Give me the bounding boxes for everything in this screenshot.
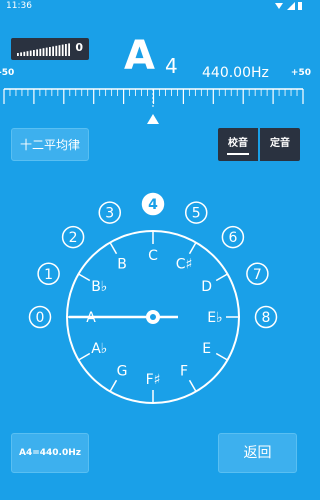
cents-scale [3, 88, 304, 124]
status-icons [275, 2, 302, 10]
octave-button-label: 5 [192, 206, 201, 222]
temperament-button[interactable]: 十二平均律 [11, 128, 89, 161]
back-button[interactable]: 返回 [218, 433, 297, 473]
status-time: 11:36 [6, 1, 32, 11]
tune-mode-label: 校音 [228, 138, 248, 149]
octave-button-4[interactable]: 4 [141, 192, 165, 216]
octave-button-3[interactable]: 3 [98, 201, 122, 224]
note-label: F [180, 364, 188, 380]
level-bar [42, 48, 45, 56]
tune-mode-button[interactable]: 校音 [218, 128, 258, 161]
status-bar: 11:36 [0, 0, 307, 12]
scale-pointer-icon [147, 114, 159, 124]
octave-button-label: 4 [148, 197, 158, 213]
level-bar [36, 49, 38, 56]
dial-tick [215, 273, 228, 282]
level-bar [17, 53, 19, 56]
wifi-icon [275, 3, 283, 9]
reference-pitch-button[interactable]: A4=440.0Hz [11, 433, 89, 473]
level-bar [26, 51, 29, 56]
note-label: C [148, 248, 158, 264]
octave-button-label: 7 [253, 267, 262, 283]
dial-tick [188, 242, 197, 255]
signal-icon [287, 2, 295, 10]
dial-tick [188, 379, 197, 392]
octave-button-label: 6 [228, 230, 237, 246]
note-label: B [117, 256, 127, 272]
octave-button-0[interactable]: 0 [28, 305, 52, 329]
level-bar [65, 44, 67, 56]
note-label: G [117, 364, 128, 380]
dial-tick [78, 273, 91, 282]
input-level-meter: 0 [11, 38, 89, 60]
level-value: 0 [75, 41, 83, 54]
note-label: F♯ [146, 372, 161, 388]
level-bar [29, 50, 32, 56]
level-bar [58, 45, 61, 56]
note-label: A♭ [91, 341, 107, 357]
level-bar [23, 51, 26, 56]
octave-button-5[interactable]: 5 [184, 201, 208, 224]
octave-button-1[interactable]: 1 [37, 262, 60, 286]
level-bar [49, 47, 51, 56]
selected-mode-indicator [227, 153, 249, 155]
level-bar [68, 43, 70, 56]
level-bar [39, 48, 42, 56]
note-label: B♭ [91, 279, 107, 295]
note-label: E [202, 341, 211, 357]
dial-tick [215, 352, 228, 361]
level-bars [17, 43, 70, 56]
pitch-mode-button[interactable]: 定音 [260, 128, 300, 161]
note-label: C♯ [176, 256, 193, 272]
level-bar [20, 52, 22, 56]
note-label: E♭ [207, 310, 222, 326]
octave-button-7[interactable]: 7 [246, 262, 269, 286]
level-bar [55, 45, 58, 56]
octave-button-label: 2 [69, 230, 78, 246]
dial-tick [109, 242, 118, 255]
octave-button-6[interactable]: 6 [221, 225, 245, 249]
octave-button-8[interactable]: 8 [254, 305, 278, 329]
battery-icon [298, 2, 302, 10]
level-bar [61, 44, 64, 56]
octave-button-label: 3 [105, 206, 114, 222]
level-bar [52, 46, 54, 56]
mode-toggle: 校音 定音 [218, 128, 300, 161]
level-bar [33, 50, 35, 56]
octave-button-2[interactable]: 2 [61, 225, 85, 249]
dial-tick [78, 352, 91, 361]
note-dial: 012345678 CC♯DE♭EFF♯GA♭AB♭B [28, 192, 278, 404]
dial-tick [109, 379, 118, 392]
note-label: D [201, 279, 212, 295]
octave-button-label: 1 [44, 267, 53, 283]
octave-button-label: 8 [262, 310, 271, 326]
dial-hub-center [150, 314, 156, 320]
octave-button-label: 0 [36, 310, 45, 326]
level-bar [45, 47, 48, 56]
